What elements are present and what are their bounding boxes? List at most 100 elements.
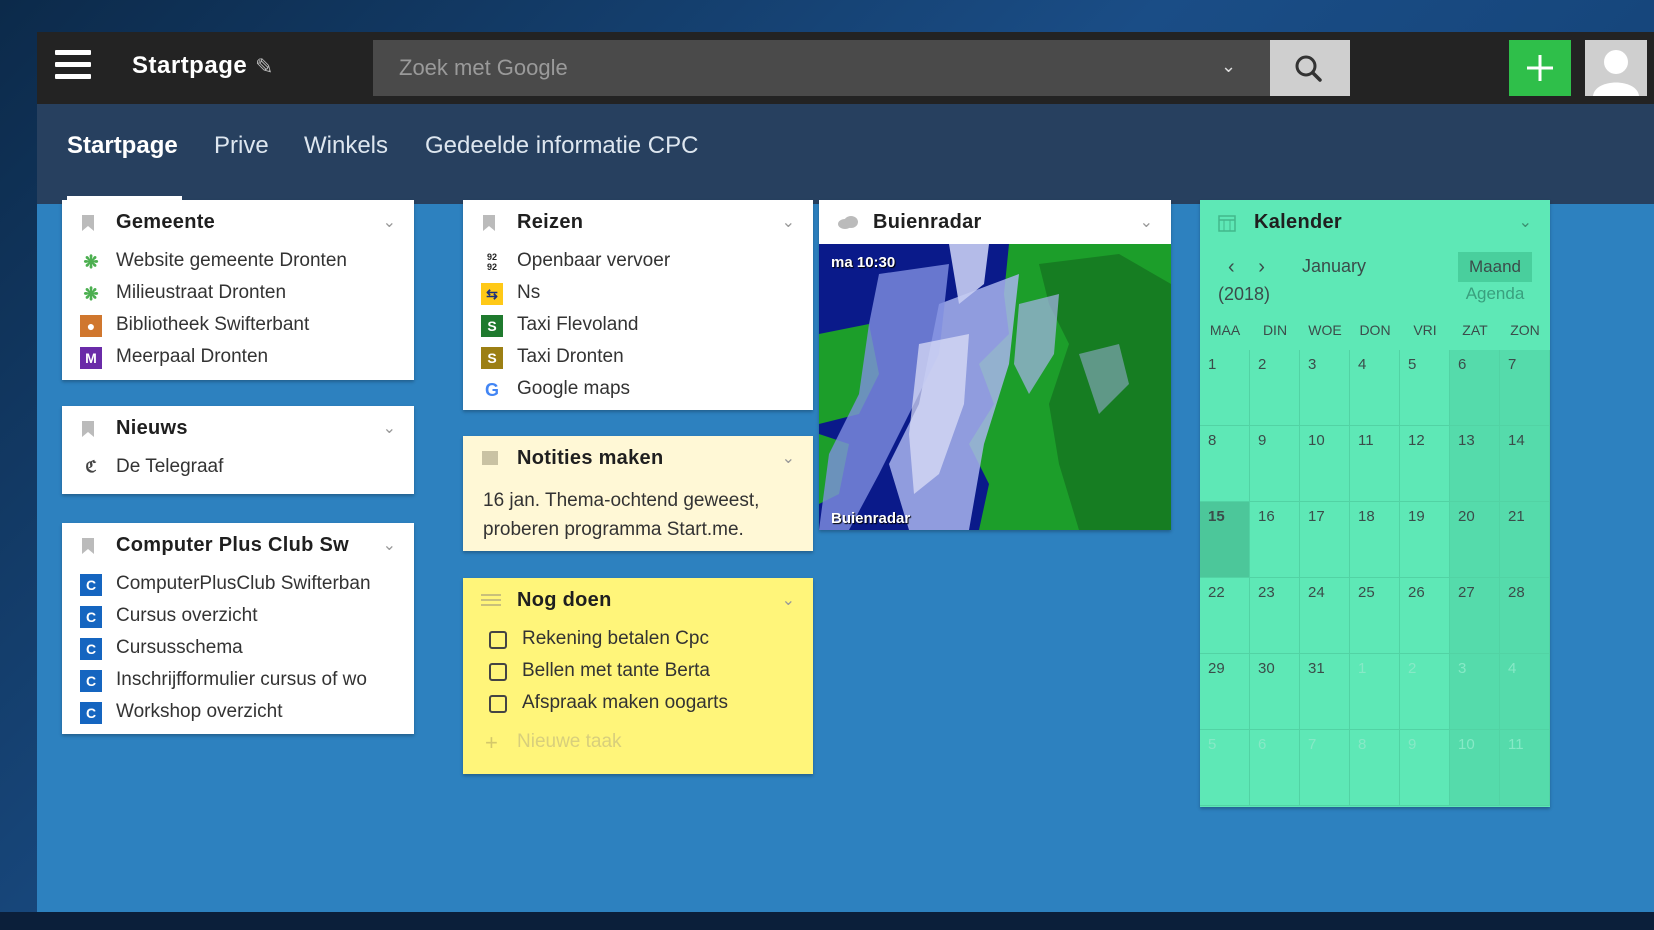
- calendar-day-cell[interactable]: 30: [1250, 654, 1300, 730]
- calendar-day-cell[interactable]: 27: [1450, 578, 1500, 654]
- link-item[interactable]: ❋ Website gemeente Dronten: [62, 246, 414, 278]
- calendar-day-cell[interactable]: 6: [1450, 350, 1500, 426]
- calendar-day-cell[interactable]: 26: [1400, 578, 1450, 654]
- calendar-day-cell[interactable]: 16: [1250, 502, 1300, 578]
- list-icon: [481, 594, 501, 606]
- link-item[interactable]: ⇆ Ns: [463, 278, 813, 310]
- calendar-day-cell[interactable]: 29: [1200, 654, 1250, 730]
- calendar-day-cell[interactable]: 31: [1300, 654, 1350, 730]
- search-button[interactable]: [1270, 40, 1350, 96]
- calendar-day-cell[interactable]: 11: [1500, 730, 1550, 806]
- page-title[interactable]: Startpage: [132, 52, 247, 80]
- chevron-down-icon[interactable]: ⌄: [383, 535, 396, 555]
- calendar-day-cell[interactable]: 3: [1450, 654, 1500, 730]
- link-item[interactable]: 92 92 Openbaar vervoer: [463, 246, 813, 278]
- todo-checkbox[interactable]: [489, 631, 507, 649]
- calendar-day-cell[interactable]: 10: [1300, 426, 1350, 502]
- user-avatar[interactable]: [1585, 40, 1647, 96]
- todo-checkbox[interactable]: [489, 695, 507, 713]
- chevron-left-icon[interactable]: ‹: [1228, 256, 1235, 278]
- chevron-down-icon[interactable]: ⌄: [782, 448, 795, 468]
- search-engine-chevron-down-icon[interactable]: ⌄: [1221, 56, 1236, 77]
- hamburger-menu-icon[interactable]: [55, 50, 91, 86]
- calendar-day-number: 10: [1458, 736, 1475, 753]
- calendar-day-cell[interactable]: 11: [1350, 426, 1400, 502]
- calendar-day-cell[interactable]: 3: [1300, 350, 1350, 426]
- calendar-day-cell[interactable]: 23: [1250, 578, 1300, 654]
- calendar-day-cell[interactable]: 20: [1450, 502, 1500, 578]
- new-task-input[interactable]: + Nieuwe taak: [463, 720, 813, 760]
- link-label: Workshop overzicht: [116, 701, 283, 722]
- calendar-day-cell[interactable]: 21: [1500, 502, 1550, 578]
- calendar-day-cell[interactable]: 28: [1500, 578, 1550, 654]
- link-item[interactable]: M Meerpaal Dronten: [62, 342, 414, 374]
- link-item[interactable]: ● Bibliotheek Swifterbant: [62, 310, 414, 342]
- calendar-day-cell[interactable]: 1: [1350, 654, 1400, 730]
- calendar-day-cell[interactable]: 4: [1500, 654, 1550, 730]
- link-label: Google maps: [517, 378, 631, 399]
- radar-map[interactable]: ma 10:30 Buienradar: [819, 244, 1171, 530]
- tab-gedeelde-informatie[interactable]: Gedeelde informatie CPC: [425, 132, 698, 160]
- view-agenda-button[interactable]: Agenda: [1458, 284, 1532, 304]
- calendar-day-cell[interactable]: 1: [1200, 350, 1250, 426]
- link-item[interactable]: ℭ De Telegraaf: [62, 452, 414, 484]
- calendar-day-cell[interactable]: 8: [1350, 730, 1400, 806]
- calendar-day-cell[interactable]: 14: [1500, 426, 1550, 502]
- calendar-day-cell[interactable]: 15: [1200, 502, 1250, 578]
- calendar-day-cell[interactable]: 2: [1250, 350, 1300, 426]
- chevron-right-icon[interactable]: ›: [1258, 256, 1265, 278]
- link-item[interactable]: C Cursus overzicht: [62, 601, 414, 633]
- link-item[interactable]: C Workshop overzicht: [62, 697, 414, 729]
- calendar-day-cell[interactable]: 17: [1300, 502, 1350, 578]
- link-item[interactable]: C Inschrijfformulier cursus of wo: [62, 665, 414, 697]
- search-input[interactable]: [373, 40, 1233, 96]
- view-month-button[interactable]: Maand: [1458, 252, 1532, 282]
- calendar-day-cell[interactable]: 8: [1200, 426, 1250, 502]
- tab-prive[interactable]: Prive: [214, 132, 269, 160]
- calendar-day-cell[interactable]: 7: [1300, 730, 1350, 806]
- widget-title: Reizen: [517, 211, 584, 233]
- todo-item: Bellen met tante Berta: [463, 656, 813, 688]
- todo-checkbox[interactable]: [489, 663, 507, 681]
- chevron-down-icon[interactable]: ⌄: [782, 212, 795, 232]
- edit-pencil-icon[interactable]: ✎: [255, 54, 273, 80]
- calendar-day-cell[interactable]: 10: [1450, 730, 1500, 806]
- calendar-day-cell[interactable]: 13: [1450, 426, 1500, 502]
- calendar-day-cell[interactable]: 24: [1300, 578, 1350, 654]
- calendar-day-cell[interactable]: 19: [1400, 502, 1450, 578]
- calendar-day-cell[interactable]: 12: [1400, 426, 1450, 502]
- note-text[interactable]: 16 jan. Thema-ochtend geweest, proberen …: [463, 480, 813, 544]
- chevron-down-icon[interactable]: ⌄: [1140, 212, 1153, 232]
- calendar-day-cell[interactable]: 25: [1350, 578, 1400, 654]
- link-label: Ns: [517, 282, 541, 303]
- calendar-day-cell[interactable]: 2: [1400, 654, 1450, 730]
- calendar-day-cell[interactable]: 22: [1200, 578, 1250, 654]
- calendar-day-cell[interactable]: 5: [1200, 730, 1250, 806]
- add-widget-button[interactable]: [1509, 40, 1571, 96]
- calendar-day-cell[interactable]: 4: [1350, 350, 1400, 426]
- calendar-day-cell[interactable]: 5: [1400, 350, 1450, 426]
- chevron-down-icon[interactable]: ⌄: [1519, 212, 1532, 232]
- tab-startpage[interactable]: Startpage: [67, 132, 178, 160]
- link-label: ComputerPlusClub Swifterban: [116, 573, 371, 594]
- link-item[interactable]: S Taxi Flevoland: [463, 310, 813, 342]
- calendar-day-cell[interactable]: 6: [1250, 730, 1300, 806]
- calendar-day-cell[interactable]: 18: [1350, 502, 1400, 578]
- widget-header: Notities maken ⌄: [463, 436, 813, 480]
- link-item[interactable]: ❋ Milieustraat Dronten: [62, 278, 414, 310]
- link-item[interactable]: C ComputerPlusClub Swifterban: [62, 569, 414, 601]
- calendar-day-cell[interactable]: 7: [1500, 350, 1550, 426]
- link-item[interactable]: S Taxi Dronten: [463, 342, 813, 374]
- tab-winkels[interactable]: Winkels: [304, 132, 388, 160]
- widget-header: Gemeente ⌄: [62, 200, 414, 244]
- chevron-down-icon[interactable]: ⌄: [782, 590, 795, 610]
- link-item[interactable]: C Cursusschema: [62, 633, 414, 665]
- chevron-down-icon[interactable]: ⌄: [383, 212, 396, 232]
- calendar-day-cell[interactable]: 9: [1250, 426, 1300, 502]
- c-icon: C: [80, 638, 102, 660]
- link-item[interactable]: G Google maps: [463, 374, 813, 406]
- chevron-down-icon[interactable]: ⌄: [383, 418, 396, 438]
- calendar-day-number: 28: [1508, 584, 1525, 601]
- calendar-day-cell[interactable]: 9: [1400, 730, 1450, 806]
- calendar-day-number: 3: [1458, 660, 1467, 677]
